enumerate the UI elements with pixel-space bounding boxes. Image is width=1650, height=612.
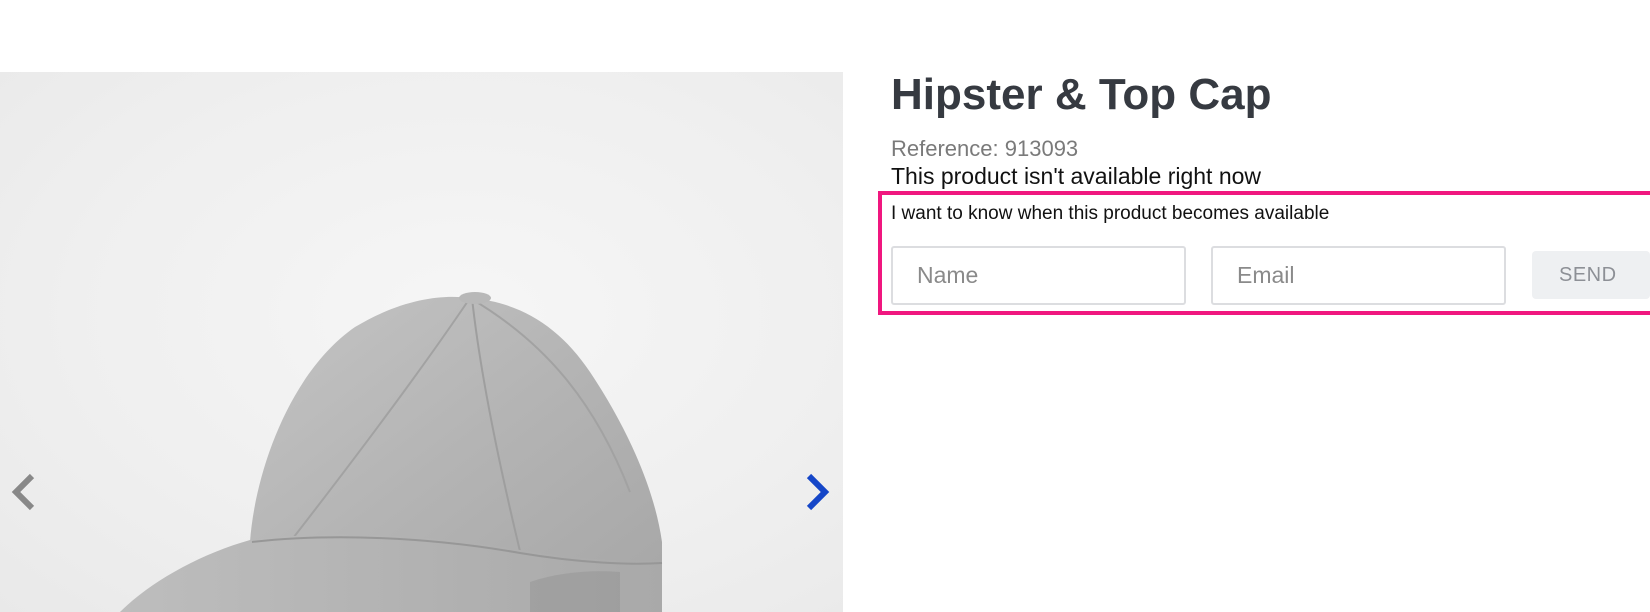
product-info: Hipster & Top Cap Reference: 913093 This… bbox=[878, 0, 1650, 612]
chevron-left-icon bbox=[11, 473, 35, 511]
chevron-right-icon bbox=[806, 473, 830, 511]
availability-message: This product isn't available right now bbox=[891, 163, 1262, 189]
cap-button bbox=[459, 292, 491, 304]
notify-prompt: I want to know when this product becomes… bbox=[891, 203, 1330, 224]
product-image-gallery bbox=[0, 72, 843, 612]
gallery-prev-button[interactable] bbox=[4, 467, 44, 517]
gallery-next-button[interactable] bbox=[797, 467, 837, 517]
send-button[interactable]: SEND bbox=[1532, 251, 1650, 299]
name-input[interactable] bbox=[891, 246, 1186, 305]
email-input[interactable] bbox=[1211, 246, 1506, 305]
product-reference: Reference: 913093 bbox=[891, 136, 1078, 162]
reference-value: 913093 bbox=[1004, 136, 1079, 161]
product-image bbox=[120, 292, 663, 612]
reference-label: Reference: bbox=[891, 136, 999, 161]
product-page: Hipster & Top Cap Reference: 913093 This… bbox=[0, 0, 1650, 612]
product-title: Hipster & Top Cap bbox=[891, 70, 1272, 119]
